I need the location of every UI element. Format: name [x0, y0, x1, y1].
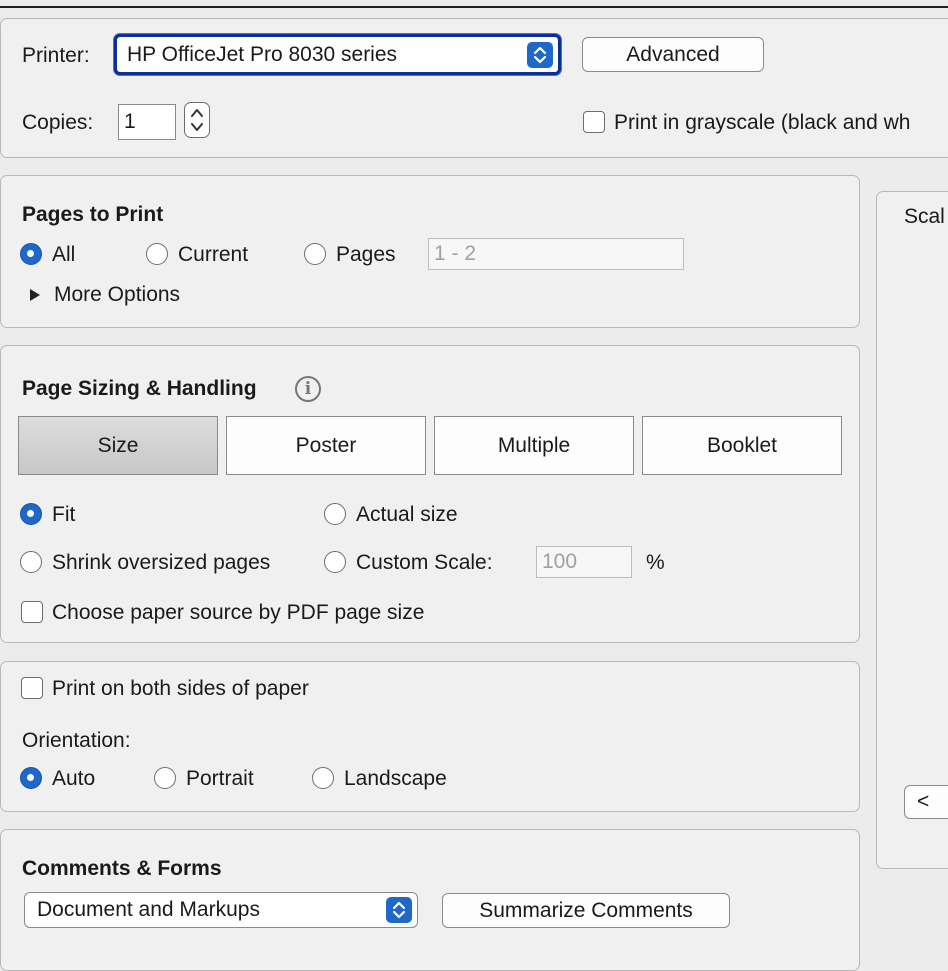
radio-pages[interactable]	[304, 243, 326, 265]
radio-fit[interactable]	[20, 503, 42, 525]
disclosure-triangle-icon	[30, 289, 40, 301]
copies-label: Copies:	[22, 111, 94, 134]
pages-range-input[interactable]: 1 - 2	[428, 238, 684, 270]
more-options-label: More Options	[54, 283, 181, 306]
radio-landscape[interactable]	[312, 767, 334, 789]
tab-multiple[interactable]: Multiple	[434, 416, 634, 475]
grayscale-label: Print in grayscale (black and wh	[614, 111, 911, 134]
duplex-label: Print on both sides of paper	[52, 677, 309, 700]
chevron-updown-icon	[527, 41, 553, 68]
tab-poster[interactable]: Poster	[226, 416, 426, 475]
orientation-label: Orientation:	[22, 729, 131, 752]
tab-booklet[interactable]: Booklet	[642, 416, 842, 475]
radio-auto-label: Auto	[52, 767, 96, 790]
percent-sign: %	[646, 551, 665, 574]
paper-source-label: Choose paper source by PDF page size	[52, 601, 425, 624]
radio-landscape-label: Landscape	[344, 767, 447, 790]
duplex-checkbox[interactable]	[21, 677, 43, 699]
radio-current-label: Current	[178, 243, 249, 266]
printer-select[interactable]: HP OfficeJet Pro 8030 series	[114, 34, 561, 75]
comments-forms-title: Comments & Forms	[22, 857, 222, 880]
copies-value: 1	[124, 110, 136, 133]
radio-shrink-oversized-label: Shrink oversized pages	[52, 551, 271, 574]
radio-portrait-label: Portrait	[186, 767, 254, 790]
tab-size[interactable]: Size	[18, 416, 218, 475]
copies-input[interactable]: 1	[118, 104, 176, 140]
radio-portrait[interactable]	[154, 767, 176, 789]
copies-stepper[interactable]	[184, 102, 210, 138]
grayscale-checkbox[interactable]	[583, 111, 605, 133]
preview-panel	[876, 191, 948, 869]
stepper-arrows-icon	[191, 109, 203, 131]
radio-actual-size-label: Actual size	[356, 503, 458, 526]
pages-range-value: 1 - 2	[434, 242, 477, 265]
more-options-disclosure[interactable]: More Options	[22, 282, 202, 308]
comments-forms-select[interactable]: Document and Markups	[24, 892, 418, 928]
custom-scale-input[interactable]: 100	[536, 546, 632, 578]
info-icon[interactable]: i	[295, 376, 321, 402]
custom-scale-value: 100	[542, 550, 578, 573]
chevron-updown-icon	[386, 897, 412, 923]
comments-forms-select-value: Document and Markups	[37, 898, 260, 921]
radio-auto[interactable]	[20, 767, 42, 789]
printer-select-value: HP OfficeJet Pro 8030 series	[127, 42, 398, 66]
advanced-button[interactable]: Advanced	[582, 37, 764, 72]
radio-custom-scale[interactable]	[324, 551, 346, 573]
page-sizing-title: Page Sizing & Handling	[22, 377, 257, 400]
radio-shrink-oversized[interactable]	[20, 551, 42, 573]
radio-actual-size[interactable]	[324, 503, 346, 525]
radio-all-label: All	[52, 243, 76, 266]
preview-scale-label: Scal	[904, 205, 945, 228]
paper-source-checkbox[interactable]	[21, 601, 43, 623]
summarize-comments-button[interactable]: Summarize Comments	[442, 893, 730, 928]
printer-label: Printer:	[22, 44, 90, 67]
pages-to-print-title: Pages to Print	[22, 203, 164, 226]
radio-current[interactable]	[146, 243, 168, 265]
radio-fit-label: Fit	[52, 503, 76, 526]
previous-page-button[interactable]: <	[904, 785, 948, 819]
radio-pages-label: Pages	[336, 243, 396, 266]
radio-all[interactable]	[20, 243, 42, 265]
radio-custom-scale-label: Custom Scale:	[356, 551, 493, 574]
window-top-edge	[0, 6, 948, 8]
